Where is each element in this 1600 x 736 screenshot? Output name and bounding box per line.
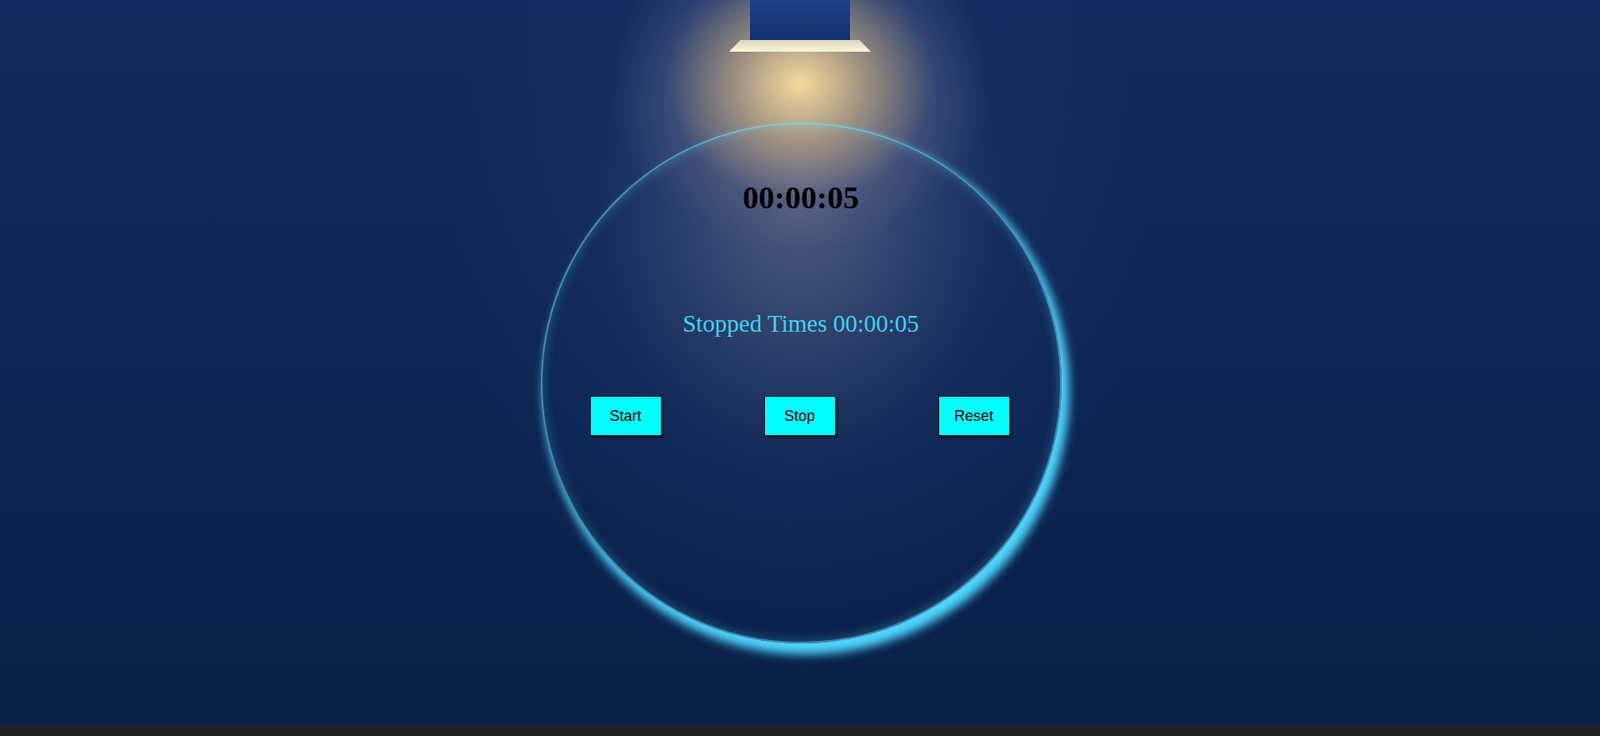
- timer-display: 00:00:05: [742, 179, 859, 218]
- control-button[interactable]: Reset: [938, 395, 1010, 436]
- stopwatch-page: 00:00:05 Stopped Times 00:00:05 Start Stop R…: [0, 0, 1600, 736]
- taskbar: [0, 725, 1600, 736]
- stopwatch-dial: 00:00:05 Stopped Times 00:00:05 Start Stop R…: [540, 122, 1062, 644]
- button-row: Start Stop Reset: [542, 395, 1060, 436]
- control-button[interactable]: Start: [590, 395, 662, 436]
- stopped-times: Stopped Times 00:00:05: [682, 309, 920, 339]
- stage: 00:00:05 Stopped Times 00:00:05 Start Stop R…: [0, 0, 1600, 725]
- control-button[interactable]: Stop: [764, 395, 836, 436]
- lamp-icon: [729, 0, 871, 52]
